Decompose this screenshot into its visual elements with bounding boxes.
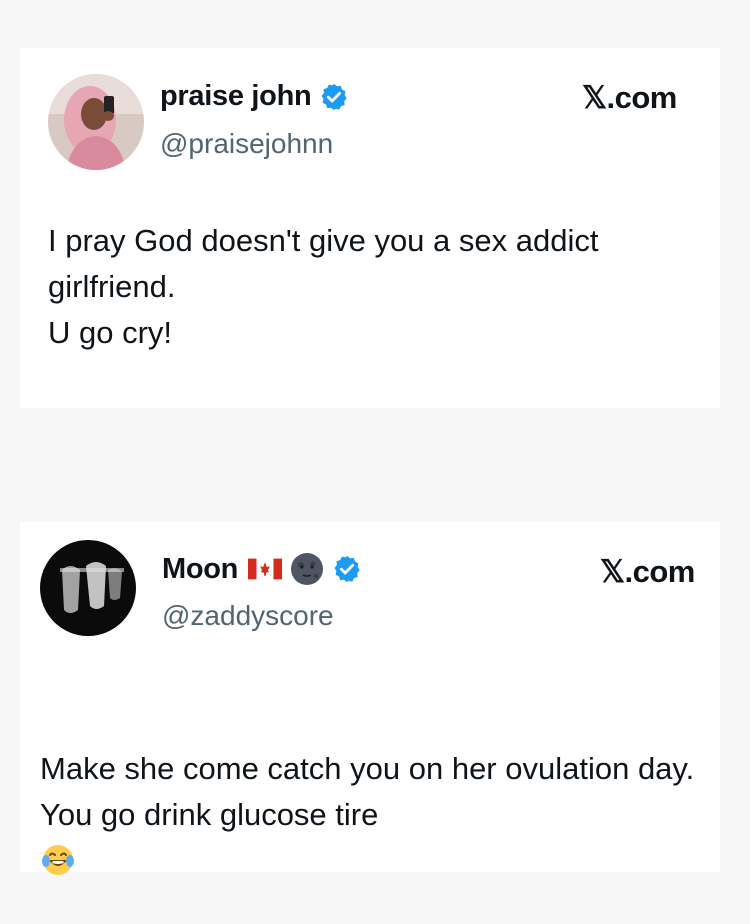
tweet-text-body: Make she come catch you on her ovulation…	[40, 751, 695, 832]
verified-badge-icon	[321, 83, 348, 110]
author-handle[interactable]: @zaddyscore	[162, 600, 334, 632]
tweet-card-1: praise john @praisejohnn 𝕏.com I pray Go…	[20, 48, 720, 408]
author-handle[interactable]: @praisejohnn	[160, 128, 333, 160]
canada-flag-icon	[248, 558, 283, 580]
author-name-row: praise john	[160, 80, 349, 113]
tweet-text: Make she come catch you on her ovulation…	[40, 700, 720, 924]
verified-badge-icon	[334, 555, 360, 583]
tweet-text: I pray God doesn't give you a sex addict…	[48, 223, 599, 350]
author-name-row: Moon	[162, 552, 362, 586]
site-label: 𝕏.com	[600, 554, 695, 589]
face-with-tears-of-joy-icon	[42, 845, 74, 875]
site-label: 𝕏.com	[582, 80, 677, 115]
tweet-card-2: Moon @zaddyscore 𝕏.com Make she come cat…	[20, 522, 720, 875]
avatar[interactable]	[48, 74, 144, 170]
profile-photo-woman-icon	[48, 74, 144, 170]
avatar[interactable]	[40, 540, 136, 636]
display-name[interactable]: Moon	[162, 553, 238, 586]
profile-photo-dark-icon	[40, 540, 136, 636]
new-moon-face-icon	[291, 553, 324, 585]
display-name[interactable]: praise john	[160, 80, 312, 113]
